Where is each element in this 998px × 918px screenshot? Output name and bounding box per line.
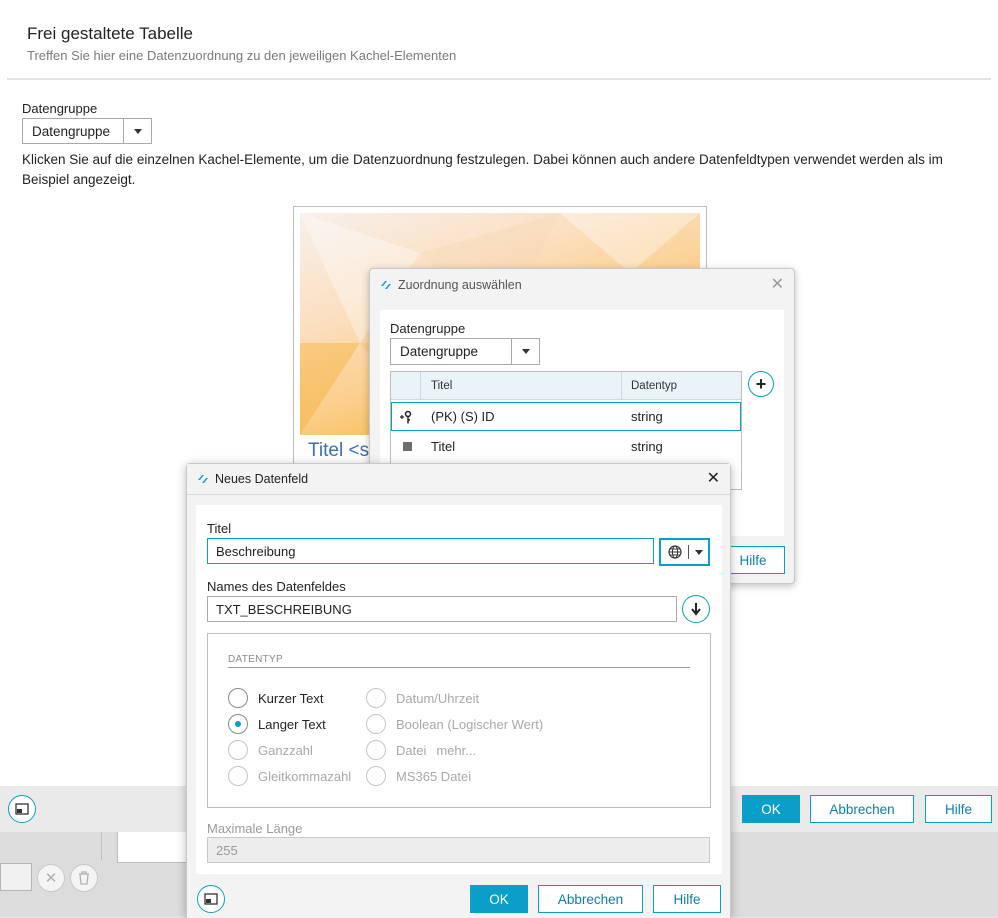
- main-ok-button[interactable]: OK: [742, 795, 800, 823]
- radio-icon: [366, 714, 386, 734]
- arrow-down-icon: [691, 603, 701, 616]
- app-logo-icon: [380, 279, 392, 291]
- group-select[interactable]: Datengruppe: [22, 118, 152, 144]
- max-length-input[interactable]: 255: [207, 837, 710, 863]
- close-icon[interactable]: ✕: [771, 277, 784, 293]
- radio-icon: [228, 766, 248, 786]
- radio-icon: [366, 740, 386, 760]
- field-icon: [403, 432, 412, 461]
- page-subtitle: Treffen Sie hier eine Datenzuordnung zu …: [27, 48, 457, 63]
- neues-titlebar: Neues Datenfeld: [187, 464, 730, 495]
- neues-ok-button[interactable]: OK: [470, 885, 528, 913]
- zuordnung-group-value: Datengruppe: [400, 344, 479, 359]
- page-title: Frei gestaltete Tabelle: [27, 24, 194, 43]
- key-icon: [399, 403, 413, 430]
- zuordnung-group-select[interactable]: Datengruppe: [390, 338, 540, 365]
- neues-help-button[interactable]: Hilfe: [653, 885, 721, 913]
- radio-checked-icon: [228, 714, 248, 734]
- window-mode-button[interactable]: [8, 795, 36, 823]
- radio-ms365-datei[interactable]: MS365 Datei: [366, 766, 471, 786]
- clear-button[interactable]: ✕: [37, 864, 65, 892]
- row-title: (PK) (S) ID: [431, 409, 495, 424]
- main-help-button[interactable]: Hilfe: [925, 795, 992, 823]
- radio-icon: [228, 688, 248, 708]
- window-icon: [15, 803, 29, 815]
- titel-input[interactable]: Beschreibung: [207, 538, 654, 564]
- radio-gleitkommazahl[interactable]: Gleitkommazahl: [228, 766, 351, 786]
- more-link[interactable]: mehr...: [436, 743, 476, 758]
- column-header-datentyp[interactable]: Datentyp: [631, 372, 677, 399]
- datentyp-fieldset: DATENTYP Kurzer Text Langer Text Ganzzah…: [207, 633, 711, 808]
- zuordnung-titlebar: Zuordnung auswählen: [370, 269, 794, 301]
- table-row[interactable]: Titel string: [391, 432, 741, 461]
- radio-ganzzahl[interactable]: Ganzzahl: [228, 740, 313, 760]
- plus-icon: +: [755, 374, 767, 394]
- main-cancel-button[interactable]: Abbrechen: [810, 795, 914, 823]
- chevron-down-icon: [689, 549, 708, 555]
- row-title: Titel: [431, 439, 456, 454]
- radio-icon: [366, 688, 386, 708]
- radio-boolean[interactable]: Boolean (Logischer Wert): [366, 714, 543, 734]
- neues-datenfeld-dialog: Neues Datenfeld ✕ Titel Beschreibung Nam…: [186, 463, 731, 918]
- close-icon: ✕: [44, 870, 58, 887]
- window-mode-button[interactable]: [197, 885, 225, 913]
- divider: [228, 667, 690, 668]
- zuordnung-title: Zuordnung auswählen: [398, 278, 522, 292]
- neues-title: Neues Datenfeld: [215, 472, 309, 486]
- datentyp-legend: DATENTYP: [228, 654, 283, 665]
- background-input[interactable]: [0, 863, 32, 891]
- neues-cancel-button[interactable]: Abbrechen: [538, 885, 643, 913]
- trash-icon: [79, 871, 89, 885]
- name-label: Names des Datenfeldes: [207, 579, 346, 594]
- zuordnung-group-label: Datengruppe: [390, 321, 466, 336]
- delete-button[interactable]: [70, 864, 98, 892]
- titel-label: Titel: [207, 521, 232, 536]
- neues-footer: [187, 883, 730, 918]
- radio-kurzer-text[interactable]: Kurzer Text: [228, 688, 324, 708]
- add-field-button[interactable]: +: [748, 371, 774, 397]
- window-icon: [204, 893, 218, 905]
- radio-icon: [366, 766, 386, 786]
- chevron-down-icon: [511, 339, 539, 364]
- chevron-down-icon: [123, 119, 151, 143]
- radio-datei[interactable]: Datei mehr...: [366, 740, 476, 760]
- radio-datum-uhrzeit[interactable]: Datum/Uhrzeit: [366, 688, 479, 708]
- radio-langer-text[interactable]: Langer Text: [228, 714, 326, 734]
- row-type: string: [631, 439, 663, 454]
- close-icon[interactable]: ✕: [707, 471, 720, 487]
- language-select[interactable]: [659, 538, 710, 566]
- radio-icon: [228, 740, 248, 760]
- grid-header: Titel Datentyp: [391, 372, 741, 400]
- download-button[interactable]: [682, 595, 710, 623]
- globe-icon: [661, 545, 689, 559]
- name-input[interactable]: TXT_BESCHREIBUNG: [207, 596, 677, 622]
- group-label: Datengruppe: [22, 101, 98, 116]
- divider: [101, 832, 102, 860]
- instruction-text: Klicken Sie auf die einzelnen Kachel-Ele…: [22, 152, 943, 187]
- max-length-label: Maximale Länge: [207, 821, 303, 836]
- table-row[interactable]: (PK) (S) ID string: [391, 402, 741, 431]
- app-logo-icon: [197, 473, 209, 485]
- column-header-titel[interactable]: Titel: [431, 372, 452, 399]
- group-select-value: Datengruppe: [32, 123, 111, 139]
- row-type: string: [631, 409, 663, 424]
- main-header: Frei gestaltete Tabelle Treffen Sie hier…: [7, 8, 991, 80]
